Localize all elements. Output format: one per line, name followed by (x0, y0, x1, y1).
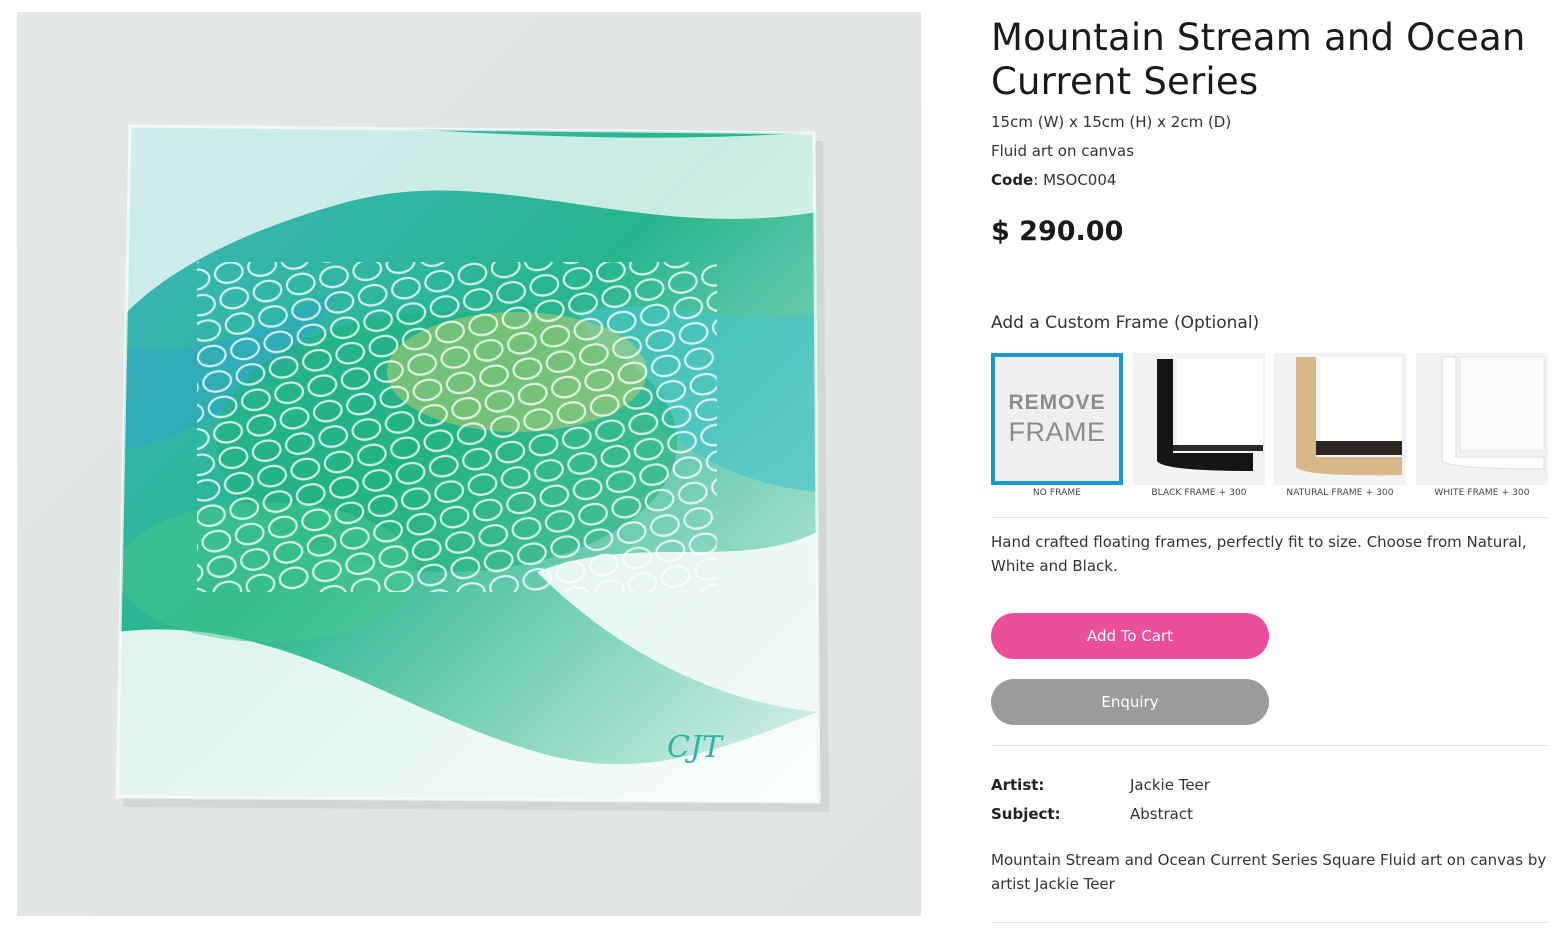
divider (991, 517, 1549, 518)
no-frame-thumbnail[interactable]: REMOVE FRAME (991, 353, 1123, 485)
artist-value: Jackie Teer (1130, 776, 1210, 794)
artist-signature: CJT (667, 730, 724, 765)
product-title: Mountain Stream and Ocean Current Series (991, 16, 1526, 103)
subject-label: Subject: (991, 805, 1061, 823)
frame-description: Hand crafted floating frames, perfectly … (991, 533, 1527, 575)
frame-option-white[interactable]: WHITE FRAME + 300 (1416, 353, 1548, 498)
divider (991, 922, 1549, 923)
remove-frame-text-1: REMOVE (1008, 391, 1106, 414)
divider (991, 745, 1549, 746)
frame-option-none[interactable]: REMOVE FRAME NO FRAME (991, 353, 1123, 498)
frame-caption-white: WHITE FRAME + 300 (1434, 488, 1530, 498)
product-image[interactable]: CJT (17, 12, 921, 916)
white-frame-icon (1416, 353, 1548, 485)
product-description: Mountain Stream and Ocean Current Series… (991, 851, 1547, 893)
subject-value: Abstract (1130, 805, 1193, 823)
frame-heading: Add a Custom Frame (Optional) (991, 313, 1260, 333)
natural-frame-thumbnail[interactable] (1274, 353, 1406, 485)
black-frame-thumbnail[interactable] (1133, 353, 1265, 485)
black-frame-icon (1133, 353, 1265, 485)
remove-frame-text-2: FRAME (1008, 417, 1106, 447)
frame-caption-none: NO FRAME (1032, 488, 1082, 498)
product-dimensions: 15cm (W) x 15cm (H) x 2cm (D) (991, 113, 1232, 131)
product-code-value: MSOC004 (1043, 171, 1117, 189)
product-code: Code: MSOC004 (991, 171, 1117, 189)
frame-caption-black: BLACK FRAME + 300 (1151, 488, 1247, 498)
frame-option-natural[interactable]: NATURAL FRAME + 300 (1274, 353, 1406, 498)
frame-option-black[interactable]: BLACK FRAME + 300 (1133, 353, 1265, 498)
artwork-illustration: CJT (17, 12, 921, 916)
frame-caption-natural: NATURAL FRAME + 300 (1286, 488, 1394, 498)
product-code-label: Code (991, 171, 1034, 189)
add-to-cart-button[interactable]: Add To Cart (991, 613, 1269, 659)
white-frame-thumbnail[interactable] (1416, 353, 1548, 485)
natural-frame-icon (1274, 353, 1406, 485)
artist-label: Artist: (991, 776, 1045, 794)
product-page: CJT Mountain Stream and Ocean Current Se… (0, 0, 1566, 939)
enquiry-button[interactable]: Enquiry (991, 679, 1269, 725)
product-medium: Fluid art on canvas (991, 142, 1135, 160)
product-price: $ 290.00 (991, 216, 1124, 247)
